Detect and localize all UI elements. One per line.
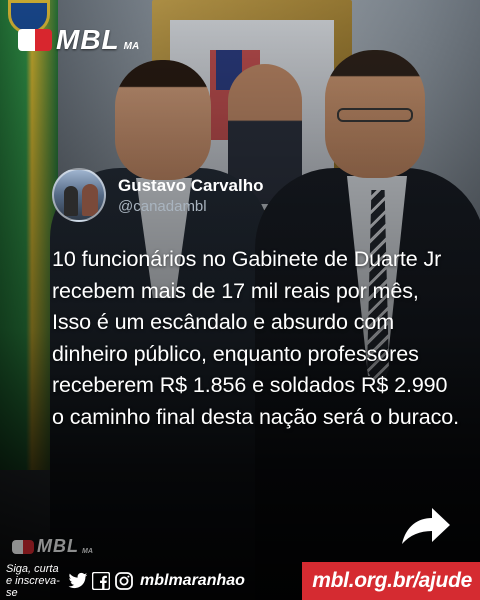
footer-logo-text: MBL: [37, 536, 79, 556]
help-link[interactable]: mbl.org.br/ajude: [302, 562, 480, 600]
avatar-figure: [64, 186, 78, 216]
avatar-figure: [82, 184, 98, 216]
footer-mbl-logo: MBL MA: [12, 536, 93, 557]
post-card: MBL MA Gustavo Carvalho @canadambl 10 fu…: [0, 0, 480, 600]
mbl-logo-sub: MA: [123, 41, 140, 52]
author-handle[interactable]: @canadambl: [118, 198, 264, 215]
social-icons: [68, 571, 134, 591]
social-handle[interactable]: mblmaranhao: [140, 572, 245, 590]
mbl-logo-text: MBL: [56, 24, 120, 55]
twitter-icon[interactable]: [68, 571, 88, 591]
facebook-icon[interactable]: [91, 571, 111, 591]
footer-logo-sub: MA: [82, 548, 93, 555]
mbl-logo-mark-icon: [18, 29, 52, 51]
avatar[interactable]: [52, 168, 106, 222]
tweet-text: 10 funcionários no Gabinete de Duarte Jr…: [52, 247, 459, 429]
share-arrow-icon[interactable]: [396, 496, 454, 554]
author-name[interactable]: Gustavo Carvalho: [118, 176, 264, 196]
follow-text: Siga, curta e inscreva-se: [6, 563, 60, 599]
author-info: Gustavo Carvalho @canadambl: [118, 176, 264, 215]
instagram-icon[interactable]: [114, 571, 134, 591]
mbl-logo: MBL MA: [18, 24, 139, 56]
tweet-header: Gustavo Carvalho @canadambl: [52, 168, 264, 222]
footer-bar: Siga, curta e inscreva-se mblmaranhao mb…: [0, 562, 480, 600]
footer-logo-mark-icon: [12, 539, 34, 554]
